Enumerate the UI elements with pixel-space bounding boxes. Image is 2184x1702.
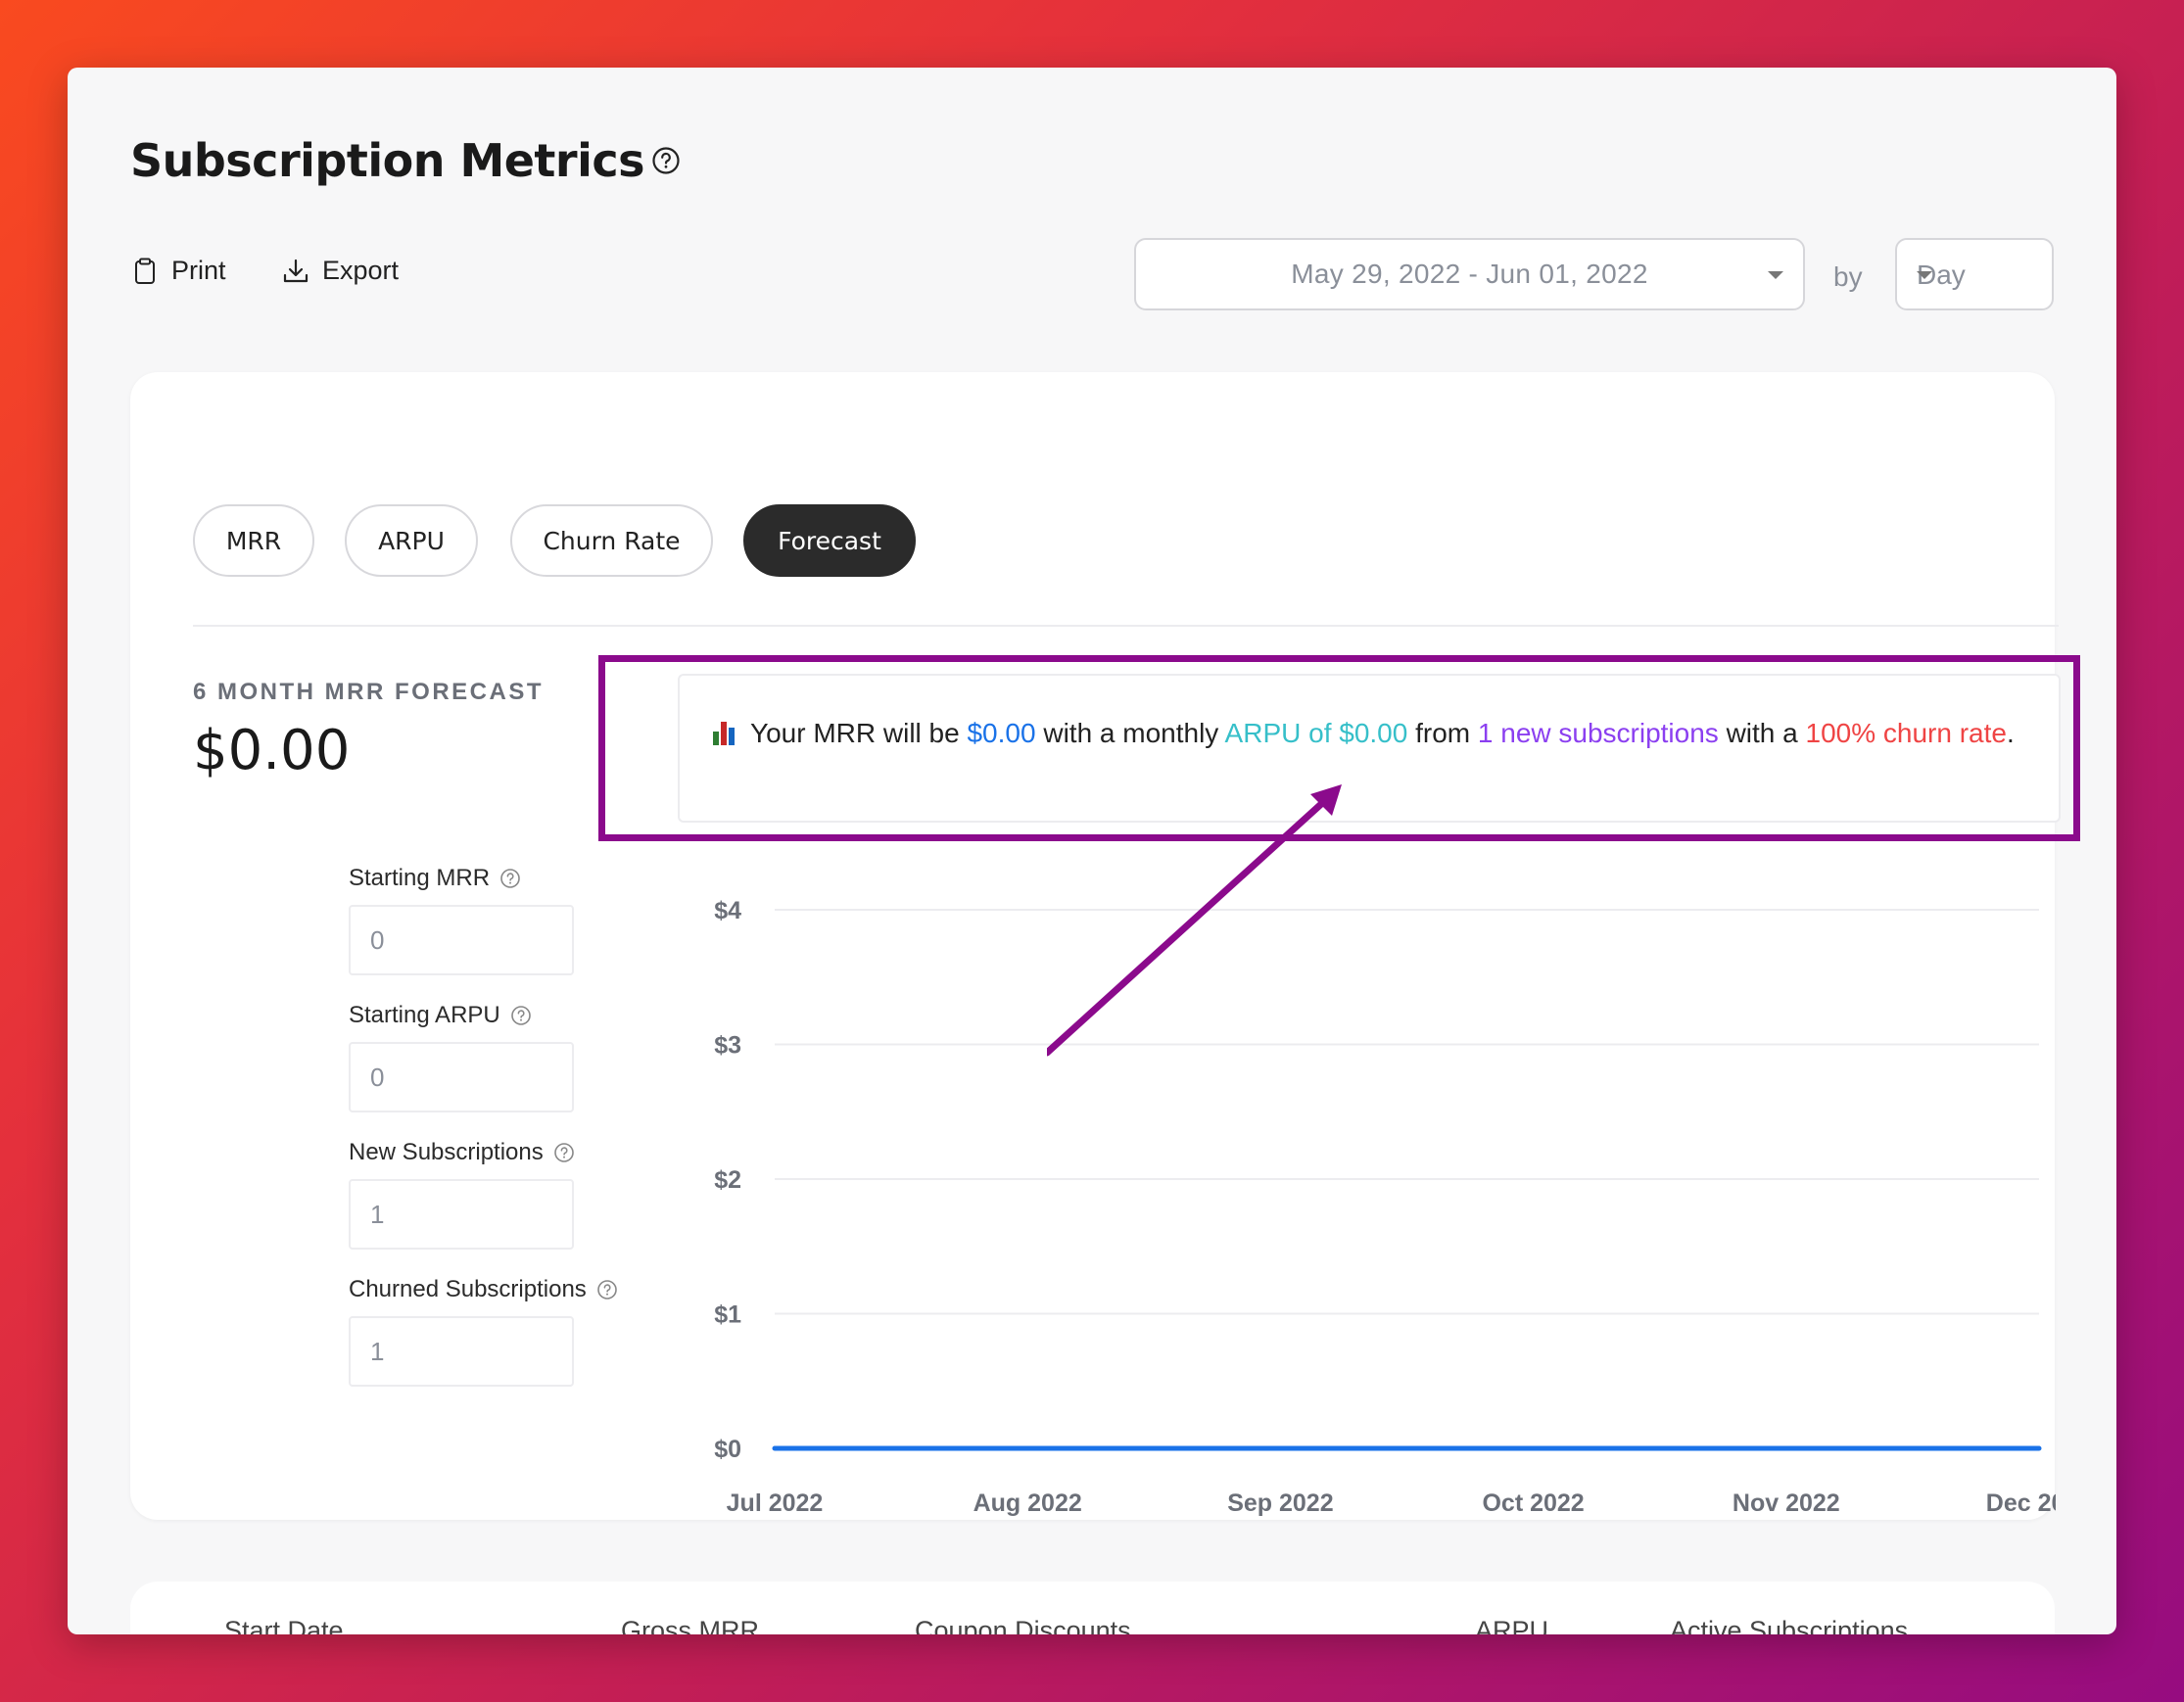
x-tick-label: Nov 2022 — [1733, 1489, 1840, 1517]
help-icon[interactable] — [651, 146, 681, 175]
churned-subscriptions-input[interactable]: 1 — [349, 1316, 574, 1387]
starting-mrr-input[interactable]: 0 — [349, 905, 574, 975]
starting-arpu-label: Starting ARPU — [349, 1002, 532, 1029]
print-button[interactable]: Print — [130, 256, 226, 286]
by-label: by — [1833, 261, 1863, 292]
export-button[interactable]: Export — [281, 256, 399, 286]
column-header: Start Date — [224, 1616, 344, 1634]
app-window: Subscription Metrics Print Export May 29… — [68, 68, 2116, 1634]
field-label-text: New Subscriptions — [349, 1139, 544, 1165]
interval-select[interactable]: Day — [1895, 238, 2054, 310]
tab-churn-rate[interactable]: Churn Rate — [510, 504, 713, 577]
page-title: Subscription Metrics — [130, 134, 645, 187]
annotation-arrow — [1047, 784, 1342, 1057]
help-icon[interactable] — [510, 1005, 532, 1026]
starting-arpu-input[interactable]: 0 — [349, 1042, 574, 1112]
help-icon[interactable] — [553, 1142, 575, 1163]
new-subscriptions-label: New Subscriptions — [349, 1139, 575, 1166]
print-label: Print — [171, 256, 226, 285]
clipboard-icon — [135, 258, 155, 284]
y-tick-label: $0 — [714, 1436, 741, 1463]
divider — [193, 625, 2059, 627]
column-header: Coupon Discounts — [915, 1616, 1131, 1634]
forecast-value: $0.00 — [193, 719, 351, 782]
help-icon[interactable] — [499, 868, 521, 889]
y-tick-label: $1 — [714, 1301, 741, 1329]
chevron-down-icon — [1917, 271, 1932, 279]
date-range-select[interactable]: May 29, 2022 - Jun 01, 2022 — [1134, 238, 1805, 310]
export-label: Export — [322, 256, 400, 285]
x-tick-label: Jul 2022 — [727, 1489, 824, 1517]
chevron-down-icon — [1768, 271, 1783, 279]
churned-subscriptions-label: Churned Subscriptions — [349, 1276, 618, 1303]
field-label-text: Churned Subscriptions — [349, 1276, 587, 1302]
forecast-label: 6 MONTH MRR FORECAST — [193, 679, 544, 705]
column-header: Gross MRR — [621, 1616, 759, 1634]
x-tick-label: Dec 2022 — [1986, 1489, 2056, 1517]
starting-mrr-label: Starting MRR — [349, 865, 521, 892]
tab-arpu[interactable]: ARPU — [345, 504, 478, 577]
download-icon — [283, 259, 309, 282]
new-subscriptions-input[interactable]: 1 — [349, 1179, 574, 1250]
x-tick-label: Oct 2022 — [1482, 1489, 1584, 1517]
y-tick-label: $2 — [714, 1166, 741, 1194]
date-range-value: May 29, 2022 - Jun 01, 2022 — [1291, 259, 1648, 289]
field-label-text: Starting MRR — [349, 865, 491, 891]
tab-mrr[interactable]: MRR — [193, 504, 314, 577]
y-tick-label: $3 — [714, 1032, 741, 1060]
field-label-text: Starting ARPU — [349, 1002, 500, 1028]
y-tick-label: $4 — [714, 897, 741, 924]
help-icon[interactable] — [596, 1279, 618, 1300]
x-tick-label: Aug 2022 — [973, 1489, 1082, 1517]
annotation-arrow-shaft — [1047, 791, 1335, 1057]
tab-forecast[interactable]: Forecast — [743, 504, 916, 577]
column-header: ARPU — [1475, 1616, 1549, 1634]
x-tick-label: Sep 2022 — [1227, 1489, 1333, 1517]
column-header: Active Subscriptions — [1670, 1616, 1909, 1634]
